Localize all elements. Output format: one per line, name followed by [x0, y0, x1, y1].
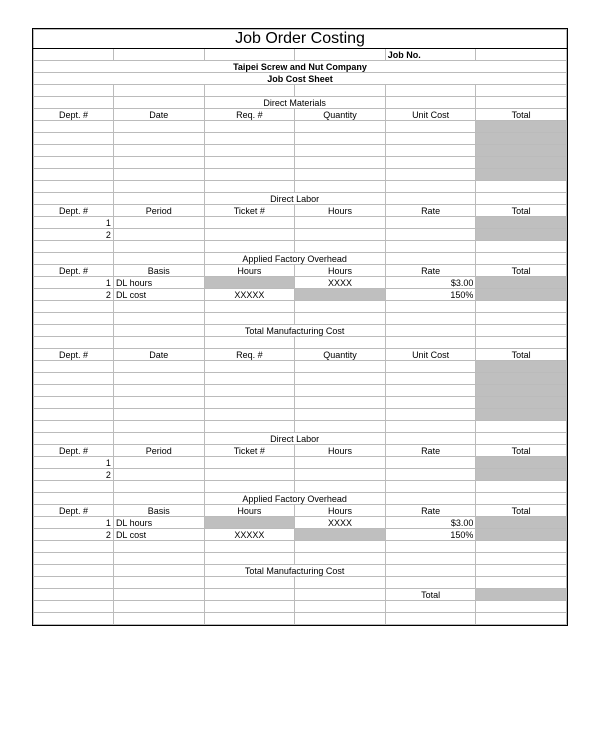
section-overhead: Applied Factory Overhead — [204, 253, 385, 265]
table-row[interactable] — [34, 133, 567, 145]
total-mfg-cost: Total Manufacturing Cost — [204, 325, 385, 337]
table-row[interactable]: 2 — [34, 469, 567, 481]
dl-headers: Dept. # Period Ticket # Hours Rate Total — [34, 205, 567, 217]
table-row[interactable] — [34, 373, 567, 385]
job-no-value[interactable] — [476, 49, 567, 61]
table-row[interactable] — [34, 361, 567, 373]
section-direct-labor-2: Direct Labor — [204, 433, 385, 445]
oh2-headers: Dept. # Basis Hours Hours Rate Total — [34, 505, 567, 517]
table-row[interactable]: 2 DL cost XXXXX 150% — [34, 289, 567, 301]
oh-headers: Dept. # Basis Hours Hours Rate Total — [34, 265, 567, 277]
table-row[interactable] — [34, 397, 567, 409]
table-row[interactable]: 2 DL cost XXXXX 150% — [34, 529, 567, 541]
table-row[interactable] — [34, 145, 567, 157]
table-row[interactable]: 1 — [34, 217, 567, 229]
section-overhead-2: Applied Factory Overhead — [204, 493, 385, 505]
table-row[interactable]: 1 — [34, 457, 567, 469]
dl2-headers: Dept. # Period Ticket # Hours Rate Total — [34, 445, 567, 457]
costing-table: Job Order Costing Job No. Taipei Screw a… — [33, 29, 567, 625]
total-mfg-cost-2: Total Manufacturing Cost — [204, 565, 385, 577]
grand-total-value — [476, 589, 567, 601]
table-row[interactable] — [34, 409, 567, 421]
job-cost-sheet: Job Order Costing Job No. Taipei Screw a… — [32, 28, 568, 626]
job-no-label: Job No. — [385, 49, 476, 61]
dm-headers: Dept. # Date Req. # Quantity Unit Cost T… — [34, 109, 567, 121]
sheet-name: Job Cost Sheet — [34, 73, 567, 85]
dm2-headers: Dept. # Date Req. # Quantity Unit Cost T… — [34, 349, 567, 361]
table-row[interactable] — [34, 385, 567, 397]
page-title: Job Order Costing — [34, 30, 567, 49]
section-direct-materials: Direct Materials — [204, 97, 385, 109]
table-row[interactable] — [34, 157, 567, 169]
table-row[interactable] — [34, 121, 567, 133]
table-row[interactable]: 2 — [34, 229, 567, 241]
table-row[interactable]: 1 DL hours XXXX $3.00 — [34, 517, 567, 529]
section-direct-labor: Direct Labor — [204, 193, 385, 205]
table-row[interactable] — [34, 169, 567, 181]
table-row[interactable]: 1 DL hours XXXX $3.00 — [34, 277, 567, 289]
grand-total-label: Total — [385, 589, 476, 601]
company-name: Taipei Screw and Nut Company — [34, 61, 567, 73]
